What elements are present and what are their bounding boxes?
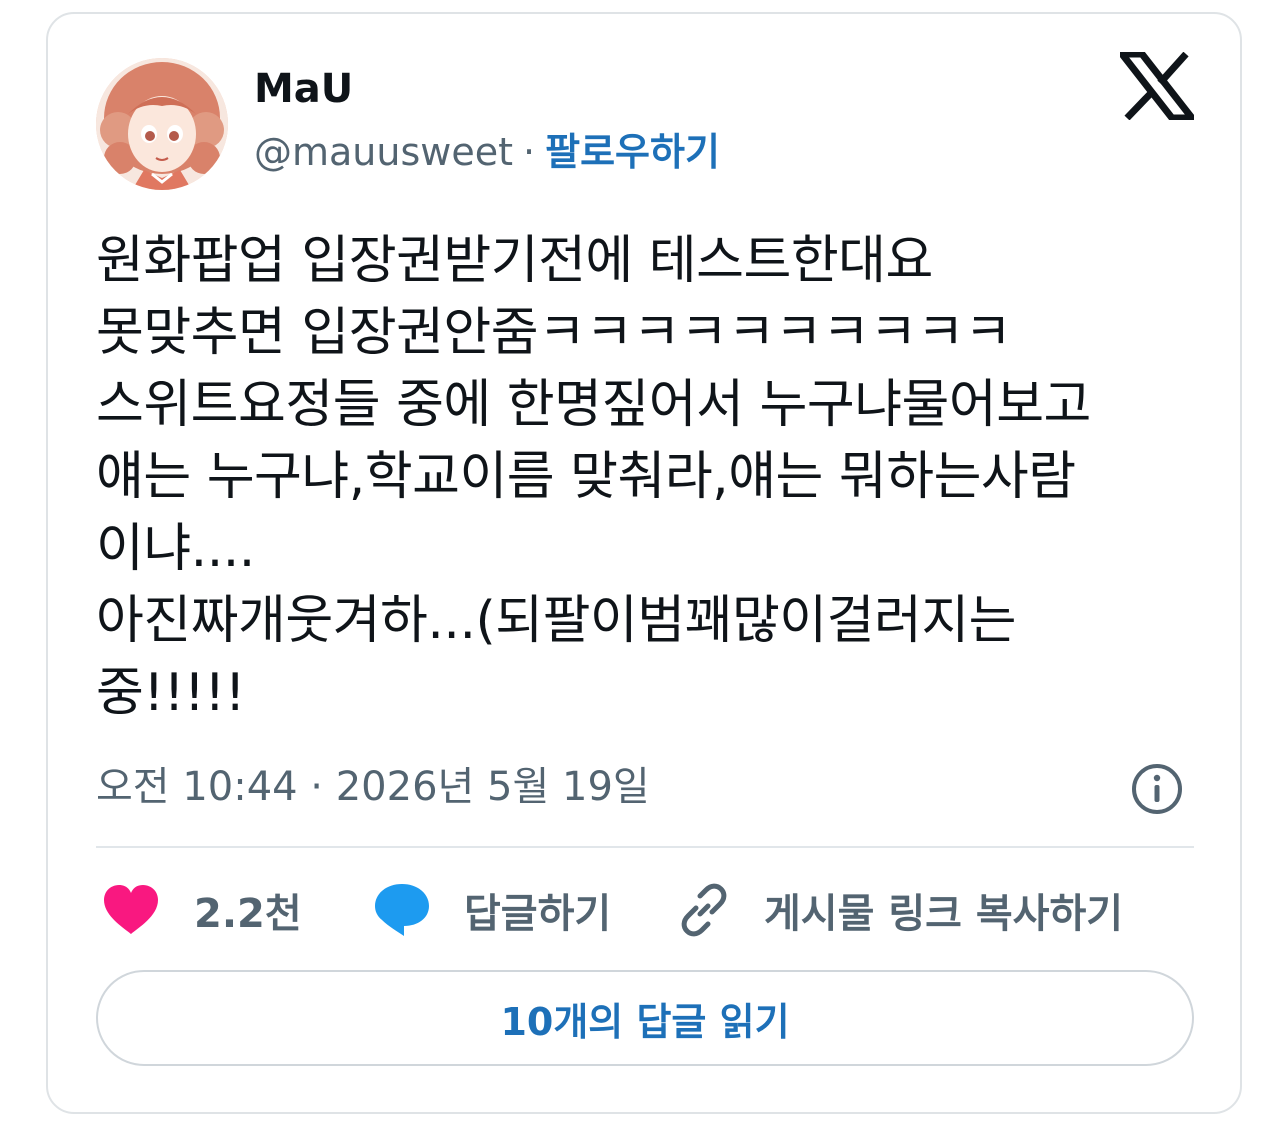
- heart-icon: [104, 885, 158, 934]
- tweet-text: 원화팝업 입장권받기전에 테스트한대요 못맞추면 입장권안줌ㅋㅋㅋㅋㅋㅋㅋㅋㅋㅋ…: [96, 231, 1091, 723]
- read-replies-button[interactable]: 10개의 답글 읽기: [96, 970, 1194, 1066]
- display-name[interactable]: MaU: [254, 64, 353, 114]
- copy-link-button[interactable]: 게시물 링크 복사하기: [676, 878, 1123, 942]
- x-logo-icon[interactable]: [1114, 50, 1200, 122]
- avatar[interactable]: [96, 58, 228, 190]
- user-handle[interactable]: @mauusweet: [254, 130, 513, 174]
- speech-bubble-icon: [375, 884, 429, 936]
- tweet-timestamp[interactable]: 오전 10:44 · 2026년 5월 19일: [96, 760, 650, 814]
- divider: [96, 846, 1194, 848]
- info-icon[interactable]: [1130, 762, 1184, 816]
- reply-button[interactable]: 답글하기: [372, 878, 611, 942]
- like-count: 2.2천: [194, 891, 302, 937]
- reply-label: 답글하기: [464, 891, 612, 937]
- like-button[interactable]: 2.2천: [102, 878, 302, 942]
- follow-button[interactable]: 팔로우하기: [545, 130, 720, 174]
- separator-dot: ·: [523, 130, 536, 174]
- avatar-image: [96, 58, 228, 190]
- author-meta: @mauusweet · 팔로우하기: [254, 126, 720, 178]
- copy-link-label: 게시물 링크 복사하기: [764, 891, 1124, 937]
- link-icon: [681, 883, 727, 937]
